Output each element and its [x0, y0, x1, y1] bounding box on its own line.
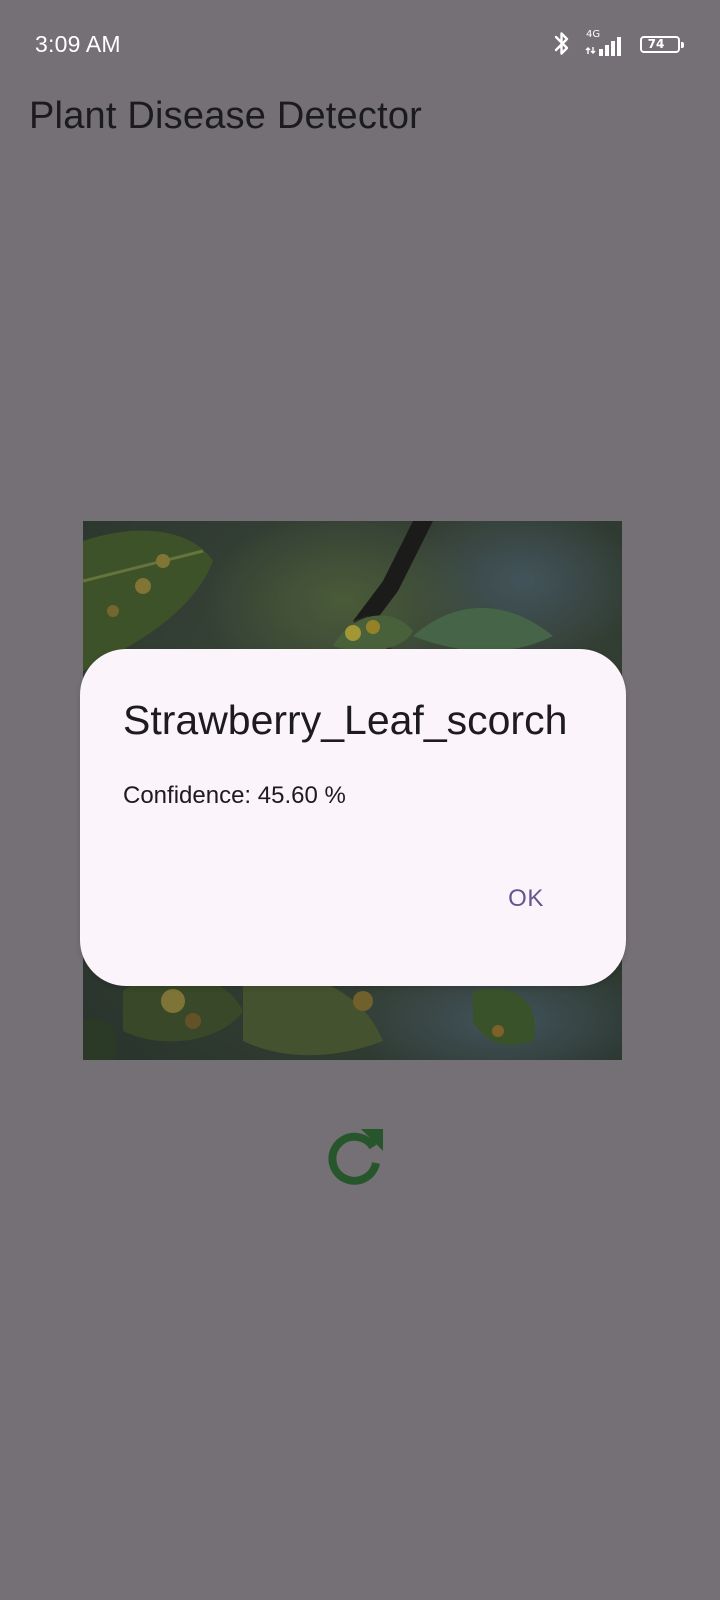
bluetooth-icon — [554, 32, 569, 55]
battery-level: 74 — [647, 36, 665, 51]
confidence-label: Confidence: 45.60 % — [123, 782, 346, 809]
battery-icon: 74 — [640, 35, 684, 53]
signal-icon: 4G — [584, 29, 630, 58]
app-title: Plant Disease Detector — [29, 95, 423, 137]
refresh-icon — [328, 1129, 383, 1185]
status-bar: 3:09 AM 4G 74 — [0, 0, 720, 90]
dialog-title: Strawberry_Leaf_scorch — [123, 697, 568, 743]
ok-button[interactable]: OK — [491, 871, 561, 927]
app-screen: 3:09 AM 4G 74 Plant Disease Detector Str… — [0, 0, 720, 1600]
refresh-button[interactable] — [318, 1120, 390, 1192]
status-time: 3:09 AM — [35, 31, 121, 57]
status-icons: 4G 74 — [552, 29, 684, 58]
confidence-text: Confidence: 45.60 % — [123, 782, 346, 810]
result-dialog: Strawberry_Leaf_scorch Confidence: 45.60… — [80, 649, 626, 986]
